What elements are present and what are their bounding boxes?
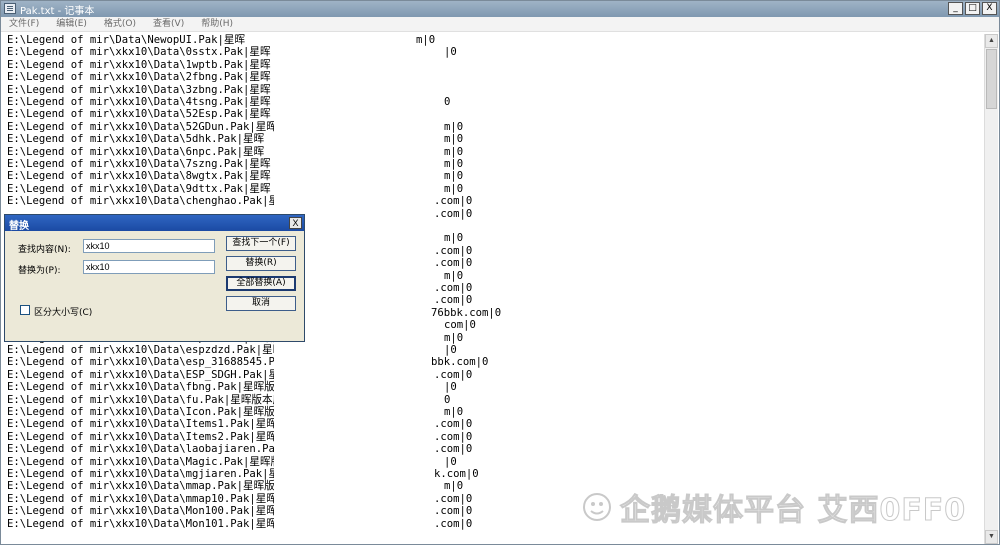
text-line-tail: .com|0 (434, 195, 473, 208)
text-line-tail: |0 (444, 381, 457, 394)
text-line: E:\Legend of mir\xkx10\Data\chenghao.Pak… (7, 195, 311, 208)
text-line: E:\Legend of mir\xkx10\Data\2fbng.Pak|星晖 (7, 71, 271, 84)
text-line: E:\Legend of mir\xkx10\Data\7szng.Pak|星晖 (7, 158, 271, 170)
text-line: E:\Legend of mir\xkx10\Data\52Esp.Pak|星晖 (7, 108, 271, 121)
text-line-tail: .com|0 (434, 430, 473, 443)
text-line-tail: .com|0 (434, 492, 473, 505)
menu-bar: 文件(F) 编辑(E) 格式(O) 查看(V) 帮助(H) (1, 17, 999, 32)
watermark-text: 企鹅媒体平台 艾西0FF0 (619, 493, 967, 529)
text-line-tail: m|0 (416, 34, 436, 46)
text-line-tail: .com|0 (434, 368, 473, 381)
match-case-checkbox[interactable] (20, 305, 30, 315)
scroll-thumb[interactable] (986, 49, 997, 109)
text-line-tail: m|0 (444, 145, 464, 158)
find-next-button[interactable]: 查找下一个(F) (226, 236, 296, 251)
text-line: E:\Legend of mir\xkx10\Data\laobajiaren.… (7, 443, 288, 456)
text-line: E:\Legend of mir\xkx10\Data\6npc.Pak|星晖 (7, 145, 265, 158)
text-line-tail: bbk.com|0 (431, 356, 489, 369)
title-bar[interactable]: Pak.txt - 记事本 _ □ X (1, 1, 999, 17)
text-line: E:\Legend of mir\xkx10\Data\Items1.Pak|星… (7, 418, 277, 431)
text-line: E:\Legend of mir\xkx10\Data\espzdzd.Pak|… (7, 344, 305, 356)
text-line-tail: m|0 (444, 182, 464, 195)
window-controls: _ □ X (948, 2, 997, 16)
text-line: E:\Legend of mir\xkx10\Data\9dttx.Pak|星晖 (7, 182, 271, 195)
replace-label: 替换为(P): (18, 266, 61, 276)
cancel-button[interactable]: 取消 (226, 296, 296, 311)
text-line-tail: m|0 (444, 480, 464, 493)
window-title: Pak.txt - 记事本 (20, 6, 95, 17)
text-line-tail: m|0 (444, 269, 464, 282)
text-line-tail: 0 (444, 96, 451, 108)
text-line: E:\Legend of mir\xkx10\Data\3zbng.Pak|星晖 (7, 83, 271, 96)
text-line-tail: .com|0 (434, 257, 473, 270)
text-line: E:\Legend of mir\xkx10\Data\esp_31688545… (7, 356, 305, 369)
menu-file[interactable]: 文件(F) (9, 17, 39, 31)
text-line: E:\Legend of mir\xkx10\Data\mmap10.Pak|星… (7, 492, 277, 505)
replace-button[interactable]: 替换(R) (226, 256, 296, 271)
text-line-tail: m|0 (444, 170, 464, 183)
replace-all-button[interactable]: 全部替换(A) (226, 276, 296, 291)
match-case-label: 区分大小写(C) (34, 308, 93, 318)
text-line: E:\Legend of mir\xkx10\Data\mgjiaren.Pak… (7, 468, 280, 480)
menu-edit[interactable]: 编辑(E) (56, 17, 87, 31)
text-line: E:\Legend of mir\xkx10\Data\Icon.Pak|星晖版… (7, 406, 286, 418)
text-line: E:\Legend of mir\xkx10\Data\0sstx.Pak|星晖 (7, 46, 271, 59)
replace-dialog: 替换 X 查找内容(N): xkx10 替换为(P): xkx10 查找下一个(… (4, 214, 305, 342)
find-input[interactable]: xkx10 (83, 239, 215, 253)
text-line: E:\Legend of mir\xkx10\Data\fbng.Pak|星晖版… (7, 381, 296, 394)
maximize-button[interactable]: □ (965, 2, 980, 15)
text-line: E:\Legend of mir\xkx10\Data\52GDun.Pak|星… (7, 120, 277, 133)
text-line-tail: |0 (444, 344, 457, 356)
minimize-button[interactable]: _ (948, 2, 963, 15)
menu-help[interactable]: 帮助(H) (201, 17, 233, 31)
text-line: E:\Legend of mir\xkx10\Data\mmap.Pak|星晖版… (7, 480, 286, 493)
text-line-tail: m|0 (444, 158, 464, 170)
text-line: E:\Legend of mir\xkx10\Data\4tsng.Pak|星晖 (7, 96, 271, 108)
text-line: E:\Legend of mir\xkx10\Data\Magic.Pak|星晖… (7, 455, 282, 468)
text-line-tail: m|0 (444, 133, 464, 146)
vertical-scrollbar[interactable]: ▲ ▼ (984, 34, 998, 544)
scroll-down-arrow-icon[interactable]: ▼ (985, 530, 998, 544)
text-line-tail: com|0 (444, 319, 476, 332)
scroll-up-arrow-icon[interactable]: ▲ (985, 34, 998, 48)
text-line-tail: .com|0 (434, 443, 473, 456)
text-line-tail: m|0 (444, 120, 464, 133)
menu-view[interactable]: 查看(V) (153, 17, 184, 31)
text-line: E:\Legend of mir\xkx10\Data\5dhk.Pak|星晖 (7, 133, 265, 146)
text-line-tail: .com|0 (434, 505, 473, 518)
text-line: E:\Legend of mir\Data\NewopUI.Pak|星晖 (7, 34, 246, 46)
text-line-tail: m|0 (444, 406, 464, 418)
text-line-tail: .com|0 (434, 517, 473, 530)
text-line-tail: 0 (444, 393, 451, 406)
text-line: E:\Legend of mir\xkx10\Data\fu.Pak|星晖版本库 (7, 393, 284, 406)
text-line: E:\Legend of mir\xkx10\Data\Items2.Pak|星… (7, 430, 277, 443)
text-line: E:\Legend of mir\xkx10\Data\8wgtx.Pak|星晖 (7, 170, 271, 183)
dialog-title-bar[interactable]: 替换 X (5, 215, 304, 232)
text-line-tail: .com|0 (434, 282, 473, 294)
text-line-tail: .com|0 (434, 207, 473, 220)
text-line-tail: .com|0 (434, 294, 473, 307)
penguin-logo-icon (583, 493, 611, 521)
text-line: E:\Legend of mir\xkx10\Data\Mon101.Pak|星… (7, 517, 277, 530)
watermark: 企鹅媒体平台 艾西0FF0 (582, 487, 967, 529)
text-line-tail: m|0 (444, 232, 464, 245)
text-line-tail: k.com|0 (434, 468, 479, 480)
text-line: E:\Legend of mir\xkx10\Data\1wptb.Pak|星晖 (7, 58, 271, 71)
notepad-icon (4, 3, 16, 14)
close-button[interactable]: X (982, 2, 997, 15)
text-line-tail: 76bbk.com|0 (431, 306, 502, 319)
text-line: E:\Legend of mir\xkx10\Data\Mon100.Pak|星… (7, 505, 277, 518)
replace-input[interactable]: xkx10 (83, 260, 215, 274)
text-line-tail: |0 (444, 455, 457, 468)
text-line-tail: |0 (444, 46, 457, 59)
dialog-close-button[interactable]: X (289, 217, 302, 229)
text-line-tail: .com|0 (434, 418, 473, 431)
text-line-tail: m|0 (444, 331, 464, 344)
dialog-title: 替换 (9, 221, 29, 232)
menu-format[interactable]: 格式(O) (104, 17, 136, 31)
text-line-tail: .com|0 (434, 244, 473, 257)
find-label: 查找内容(N): (18, 245, 71, 255)
text-line: E:\Legend of mir\xkx10\Data\ESP_SDGH.Pak… (7, 368, 301, 381)
